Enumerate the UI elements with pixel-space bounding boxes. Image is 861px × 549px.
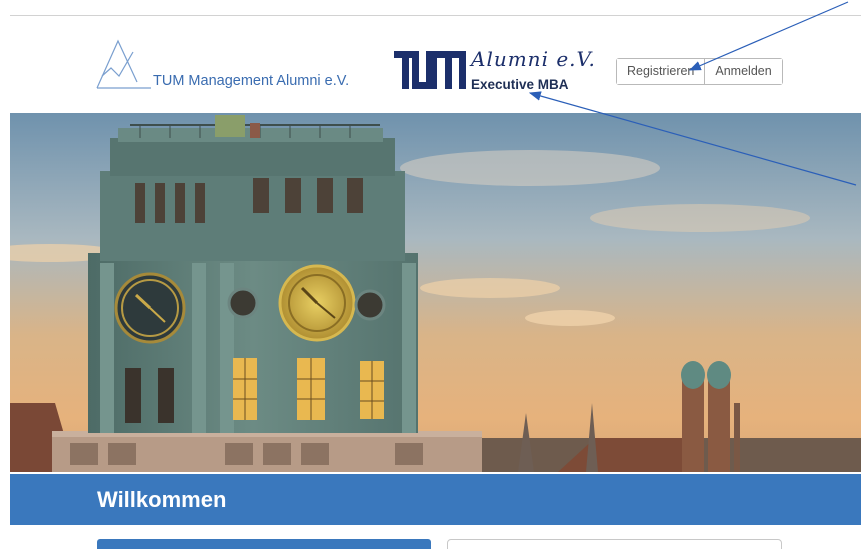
welcome-title: Willkommen xyxy=(97,487,227,512)
register-button[interactable]: Registrieren xyxy=(617,59,705,84)
logo-mgmt-text: TUM Management Alumni e.V. xyxy=(153,73,350,89)
tum-program-text: Executive MBA xyxy=(471,77,569,92)
tum-wordmark-icon xyxy=(394,51,466,89)
welcome-banner: Willkommen xyxy=(10,474,861,525)
page: TUM Management Alumni e.V. Alumni e.V. E… xyxy=(0,0,861,549)
auth-button-group: Registrieren Anmelden xyxy=(616,58,783,85)
tum-alumni-text: Alumni e.V. xyxy=(471,47,596,71)
tum-executive-mba-logo[interactable]: Alumni e.V. Executive MBA xyxy=(394,47,596,97)
tum-management-alumni-logo[interactable]: TUM Management Alumni e.V. xyxy=(95,38,375,98)
feature-card-blue[interactable] xyxy=(97,539,431,549)
feature-card-white[interactable] xyxy=(447,539,782,549)
hero-image xyxy=(10,113,861,472)
mountain-logo-icon xyxy=(96,39,151,89)
login-button[interactable]: Anmelden xyxy=(704,59,782,84)
top-divider xyxy=(10,15,861,16)
